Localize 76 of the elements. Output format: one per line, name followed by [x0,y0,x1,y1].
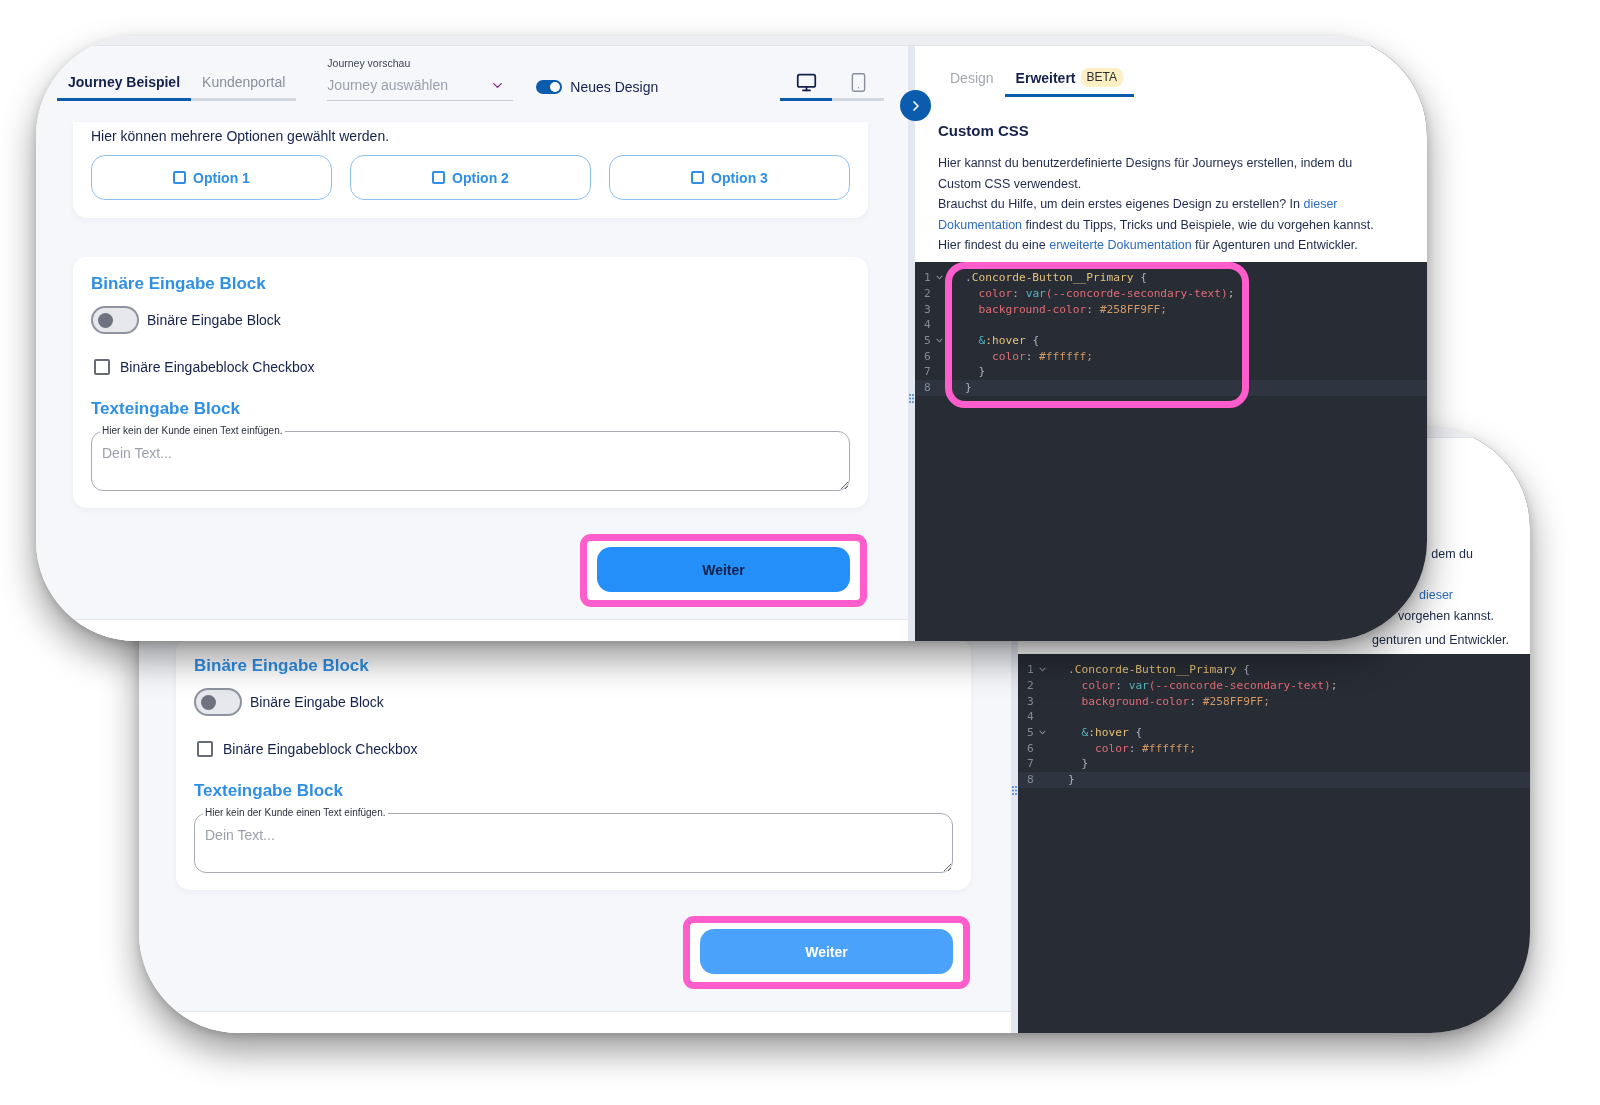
doc-link[interactable]: dieser [1418,588,1453,603]
code-line: } [965,380,972,396]
prompt-text: Hier können mehrere Optionen gewählt werden. [91,127,390,145]
block-title: Binäre Eingabe Block [194,655,369,677]
line-number: 2 [924,286,932,302]
block-title: Texteingabe Block [194,780,343,802]
toggle-switch[interactable] [91,306,139,334]
toggle-label: Neues Design [570,78,659,96]
line-number: 1 [1027,662,1035,678]
fold-caret-icon[interactable] [936,338,943,344]
line-number: 7 [924,364,932,380]
line-number: 3 [924,301,932,317]
block-title: Texteingabe Block [91,398,240,420]
option-button[interactable]: Option 1 [91,155,332,200]
doc-link[interactable]: Dokumentation [938,217,1023,232]
toggle-switch[interactable] [536,80,563,94]
checkbox-label: Binäre Eingabeblock Checkbox [120,358,315,376]
preview-tab[interactable]: Journey Beispiel [57,73,192,101]
field-label: Hier kein der Kunde einen Text einfügen. [101,425,284,437]
code-line: } [977,364,986,380]
line-number: 1 [924,270,932,286]
line-number: 3 [1027,693,1035,709]
code-line: color: #ffffff; [990,348,1093,364]
code-line: color: var(--concorde-secondary-text); [1080,678,1338,694]
code-line: background-color: #258FF9FF; [977,301,1168,317]
drag-handle-icon[interactable] [1012,786,1017,795]
doc-link[interactable]: dieser [1303,197,1338,212]
field-label: Hier kein der Kunde einen Text einfügen. [204,807,387,819]
description-fragment: dem du [1431,547,1473,562]
description-text: Hier kannst du benutzerdefinierte Designs für Journeys erstellen, indem du Custom CSS verwendest. [938,155,1354,193]
line-number: 2 [1027,678,1035,694]
line-number: 8 [924,380,932,396]
line-number: 5 [1027,725,1035,741]
fold-caret-icon[interactable] [1039,730,1046,736]
option-button[interactable]: Option 3 [609,155,850,200]
monitor-icon [795,71,817,93]
drag-handle-icon[interactable] [909,394,914,403]
code-line: &:hover { [977,333,1040,349]
code-line: color: #ffffff; [1093,740,1196,756]
block-title: Binäre Eingabe Block [91,273,266,295]
select-label: Journey vorschau [327,57,411,70]
code-line: .Concorde-Button__Primary { [1068,662,1250,678]
next-button[interactable]: Weiter [597,547,850,592]
line-number: 4 [1027,709,1035,725]
description-fragment: genturen und Entwickler. [1372,632,1509,647]
toggle-label: Binäre Eingabe Block [147,311,281,329]
line-number: 6 [1027,740,1035,756]
code-line: .Concorde-Button__Primary { [965,270,1147,286]
checkbox-label: Binäre Eingabeblock Checkbox [223,740,418,758]
text-area-field[interactable]: Hier kein der Kunde einen Text einfügen. Dein Text... [91,425,850,491]
fold-caret-icon[interactable] [1039,667,1046,673]
toggle-label: Binäre Eingabe Block [250,693,384,711]
code-line: color: var(--concorde-secondary-text); [977,286,1235,302]
checkbox[interactable] [94,359,110,375]
doc-link[interactable]: erweiterte Dokumentation [1049,238,1192,253]
code-line: } [1080,756,1089,772]
toggle-switch[interactable] [194,688,242,716]
description-text: Brauchst du Hilfe, um dein erstes eigenes Design zu erstellen? In dieser Dokumentation findest du Tipps, Tricks und Beispiele, wie du vorgehen kannst. [938,196,1374,234]
beta-badge: BETA [1080,68,1123,87]
fold-caret-icon[interactable] [936,275,943,281]
description-fragment: vorgehen kannst. [1398,609,1494,624]
line-number: 4 [924,317,932,333]
line-number: 8 [1027,772,1035,788]
preview-tab[interactable]: Kundenportal [191,73,297,101]
option-button[interactable]: Option 2 [350,155,591,200]
panel-title: Custom CSS [938,122,1029,140]
text-area-field[interactable]: Hier kein der Kunde einen Text einfügen. Dein Text... [194,807,953,873]
line-number: 7 [1027,756,1035,772]
panel-tab[interactable]: Erweitert BETA [1004,68,1134,97]
line-number: 6 [924,348,932,364]
code-line: &:hover { [1080,725,1143,741]
code-line: } [1068,772,1075,788]
description-text: Hier findest du eine erweiterte Dokumentation für Agenturen und Entwickler. [938,237,1359,255]
code-line: background-color: #258FF9FF; [1080,693,1271,709]
checkbox[interactable] [197,741,213,757]
line-number: 5 [924,333,932,349]
